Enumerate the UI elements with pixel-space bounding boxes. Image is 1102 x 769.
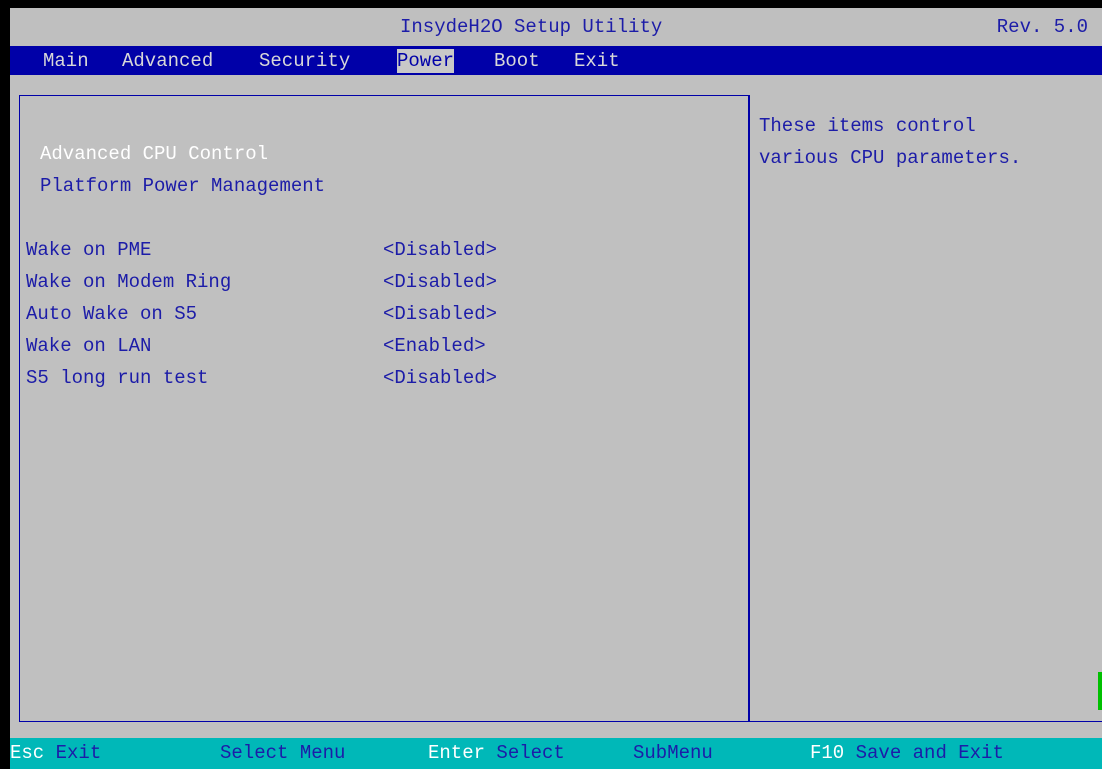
submenu-platform-power-management[interactable]: Platform Power Management — [40, 175, 325, 197]
menu-tab-security[interactable]: Security — [259, 49, 350, 73]
submenu-advanced-cpu-control[interactable]: Advanced CPU Control — [40, 143, 268, 165]
setting-label-auto-wake-on-s5: Auto Wake on S5 — [26, 303, 198, 325]
footer-desc-exit: Exit — [55, 742, 102, 764]
menu-tab-power[interactable]: Power — [397, 49, 455, 73]
footer-desc-select-menu: Select Menu — [220, 742, 346, 764]
footer-desc-save-and-exit: Save and Exit — [855, 742, 1004, 764]
setting-label-wake-on-lan: Wake on LAN — [26, 335, 152, 357]
bios-screen: InsydeH2O Setup Utility Rev. 5.0 Main Ad… — [0, 0, 1102, 769]
menu-tab-main[interactable]: Main — [43, 49, 89, 73]
utility-title: InsydeH2O Setup Utility — [400, 16, 663, 38]
footer-esc-exit: Esc Exit — [10, 742, 101, 764]
setting-value-auto-wake-on-s5[interactable]: <Disabled> — [383, 303, 497, 325]
setting-value-wake-on-modem-ring[interactable]: <Disabled> — [383, 271, 497, 293]
setting-label-wake-on-pme: Wake on PME — [26, 239, 152, 261]
footer-select-menu: Select Menu — [220, 742, 345, 764]
revision-label: Rev. 5.0 — [996, 16, 1088, 38]
menu-bar: Main Advanced Security Power Boot Exit — [10, 46, 1102, 75]
footer-desc-select: Select — [496, 742, 565, 764]
footer-key-enter: Enter — [428, 742, 486, 764]
footer-submenu: SubMenu — [633, 742, 713, 764]
footer-enter-select: Enter Select — [428, 742, 565, 764]
setting-value-wake-on-lan[interactable]: <Enabled> — [383, 335, 486, 357]
panel-divider — [748, 95, 750, 722]
setting-value-s5-long-run-test[interactable]: <Disabled> — [383, 367, 497, 389]
title-bar: InsydeH2O Setup Utility Rev. 5.0 — [10, 8, 1102, 46]
setting-label-s5-long-run-test: S5 long run test — [26, 367, 209, 389]
menu-tab-exit[interactable]: Exit — [574, 49, 620, 73]
content-area: Advanced CPU Control Platform Power Mana… — [10, 75, 1102, 738]
key-help-bar: Esc Exit Select Menu Enter Select SubMen… — [10, 738, 1102, 769]
menu-tab-advanced[interactable]: Advanced — [122, 49, 213, 73]
footer-key-esc: Esc — [10, 742, 45, 764]
help-text-line-1: These items control — [759, 115, 976, 137]
footer-key-f10: F10 — [810, 742, 845, 764]
screen-border — [0, 0, 10, 769]
menu-tab-boot[interactable]: Boot — [494, 49, 540, 73]
setting-label-wake-on-modem-ring: Wake on Modem Ring — [26, 271, 232, 293]
footer-desc-submenu: SubMenu — [633, 742, 713, 764]
help-text-line-2: various CPU parameters. — [759, 147, 1022, 169]
panel-bottom-border — [19, 721, 1102, 722]
setting-value-wake-on-pme[interactable]: <Disabled> — [383, 239, 497, 261]
scroll-indicator — [1098, 672, 1102, 710]
footer-f10-save-exit: F10 Save and Exit — [810, 742, 1004, 764]
